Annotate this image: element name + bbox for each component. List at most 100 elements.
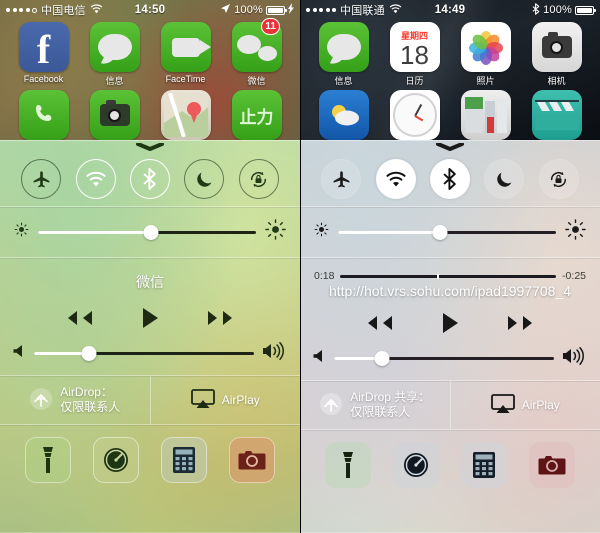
app-cell[interactable]	[79, 90, 150, 142]
do-not-disturb-toggle[interactable]	[184, 159, 225, 199]
airdrop-icon	[29, 387, 53, 414]
calculator-shortcut[interactable]	[461, 442, 507, 488]
carrier-label: 中国联通	[340, 5, 385, 17]
app-icon[interactable]: 止力	[231, 90, 282, 140]
app-cell[interactable]: 相机	[521, 22, 592, 87]
facetime-icon[interactable]	[160, 22, 211, 72]
videos-icon[interactable]	[531, 90, 582, 140]
bluetooth-toggle[interactable]	[129, 159, 170, 199]
airdrop-button[interactable]: AirDrop 共享： 仅限联系人	[300, 381, 450, 429]
app-cell[interactable]: 信息	[79, 22, 150, 87]
bluetooth-toggle[interactable]	[429, 159, 470, 199]
app-cell[interactable]	[450, 90, 521, 142]
app-cell[interactable]: f Facebook	[8, 22, 79, 87]
rewind-icon[interactable]	[361, 313, 395, 333]
app-cell[interactable]	[8, 90, 79, 142]
app-cell[interactable]: FaceTime	[150, 22, 221, 87]
signal-dots-icon	[6, 7, 37, 13]
camera-shortcut[interactable]	[529, 442, 575, 488]
brightness-row-left	[0, 207, 300, 257]
app-cell[interactable]	[521, 90, 592, 142]
wifi-toggle[interactable]	[375, 159, 416, 199]
shortcut-row-left	[0, 425, 300, 495]
flashlight-shortcut[interactable]	[25, 437, 71, 483]
grabber-handle[interactable]	[436, 143, 464, 151]
timer-shortcut[interactable]	[393, 442, 439, 488]
control-center-left: 微信 AirDrop： 仅限联系人 AirPlay	[0, 140, 300, 533]
app-grid-right: 信息 星期四 18 日历 照片 相机	[300, 22, 600, 145]
airplay-button[interactable]: AirPlay	[151, 376, 301, 424]
airplay-label: AirPlay	[521, 398, 560, 412]
playback-progress-bar[interactable]	[340, 273, 557, 279]
app-cell[interactable]	[308, 90, 379, 142]
wifi-icon	[90, 3, 103, 17]
camera-icon[interactable]	[89, 90, 140, 140]
shortcut-row-right	[300, 430, 600, 500]
sun-large-icon	[565, 219, 586, 245]
brightness-slider[interactable]	[38, 224, 256, 240]
app-cell[interactable]	[150, 90, 221, 142]
airplay-icon	[190, 388, 215, 412]
location-arrow-icon	[220, 3, 231, 17]
app-label: 信息	[105, 76, 124, 86]
do-not-disturb-toggle[interactable]	[484, 159, 525, 199]
wifi-icon	[389, 3, 402, 17]
rotation-lock-toggle[interactable]	[538, 159, 579, 199]
status-bar-left: 中国电信 14:50 100%	[0, 0, 300, 20]
now-playing-title: 微信	[136, 274, 164, 290]
newsstand-icon[interactable]	[460, 90, 511, 140]
app-cell[interactable]: 止力	[221, 90, 292, 142]
status-bar-right: 中国联通 14:49 100%	[300, 0, 600, 20]
fast-forward-icon[interactable]	[505, 313, 539, 333]
grabber-handle[interactable]	[136, 143, 164, 151]
media-controls-right: 0:18 -0:25 http://hot.vrs.sohu.com/ipad1…	[300, 258, 600, 380]
messages-icon[interactable]	[318, 22, 369, 72]
share-row-right: AirDrop 共享： 仅限联系人 AirPlay	[300, 381, 600, 429]
play-icon[interactable]	[140, 306, 160, 330]
maps-icon[interactable]	[160, 90, 211, 140]
calendar-icon[interactable]: 星期四 18	[389, 22, 440, 72]
camera-icon[interactable]	[531, 22, 582, 72]
app-cell[interactable]: 星期四 18 日历	[379, 22, 450, 87]
sun-small-icon	[314, 222, 329, 242]
play-icon[interactable]	[440, 311, 460, 335]
right-phone-panel: 中国联通 14:49 100% 信息 星期四 18 日历 照片 相机 0:18 …	[300, 0, 600, 533]
sun-small-icon	[14, 222, 29, 242]
airplay-button[interactable]: AirPlay	[451, 381, 600, 429]
volume-slider[interactable]	[34, 346, 254, 361]
battery-percent-label: 100%	[543, 4, 572, 16]
calendar-day: 18	[400, 39, 429, 70]
app-cell[interactable]: 11 微信	[221, 18, 292, 87]
media-url-label: http://hot.vrs.sohu.com/ipad1997708_4	[328, 283, 572, 299]
volume-slider[interactable]	[334, 351, 554, 366]
phone-icon[interactable]	[18, 90, 69, 140]
rewind-icon[interactable]	[61, 308, 95, 328]
status-left-group: 中国电信	[6, 2, 103, 18]
app-label: 相机	[547, 76, 566, 86]
wifi-toggle[interactable]	[75, 159, 116, 199]
brightness-slider[interactable]	[338, 224, 556, 240]
rotation-lock-toggle[interactable]	[238, 159, 279, 199]
app-cell[interactable]: 信息	[308, 22, 379, 87]
elapsed-time-label: 0:18	[314, 270, 335, 282]
app-cell[interactable]: 照片	[450, 22, 521, 87]
camera-shortcut[interactable]	[229, 437, 275, 483]
airplane-mode-toggle[interactable]	[21, 159, 62, 199]
flashlight-shortcut[interactable]	[325, 442, 371, 488]
screenshot-stage: 中国电信 14:50 100% f Facebook 信息 FaceTime 1…	[0, 0, 600, 533]
airplane-mode-toggle[interactable]	[321, 159, 362, 199]
scrubber-row[interactable]: 0:18 -0:25	[300, 264, 600, 282]
airdrop-button[interactable]: AirDrop： 仅限联系人	[0, 376, 150, 424]
app-cell[interactable]	[379, 90, 450, 142]
facebook-icon[interactable]: f	[18, 22, 69, 72]
timer-shortcut[interactable]	[93, 437, 139, 483]
calculator-shortcut[interactable]	[161, 437, 207, 483]
messages-icon[interactable]	[89, 22, 140, 72]
status-left-group: 中国联通	[306, 2, 402, 18]
signal-dots-icon	[306, 8, 336, 12]
clock-icon[interactable]	[389, 90, 440, 140]
brightness-row-right	[300, 207, 600, 257]
weather-icon[interactable]	[318, 90, 369, 140]
fast-forward-icon[interactable]	[205, 308, 239, 328]
photos-icon[interactable]	[460, 22, 511, 72]
